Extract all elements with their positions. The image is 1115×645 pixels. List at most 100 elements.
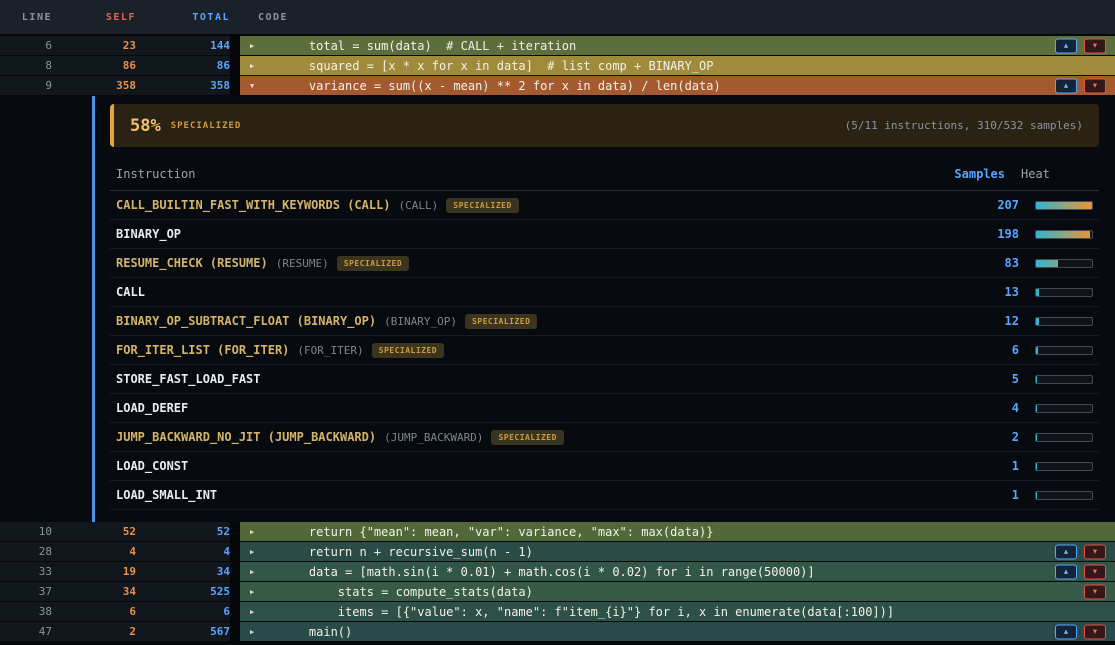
self-samples: 6 xyxy=(52,605,136,618)
code-cell[interactable]: ▶ total = sum(data) # CALL + iteration ▲… xyxy=(240,36,1115,55)
code-text: items = [{"value": x, "name": f"item_{i}… xyxy=(280,605,894,619)
line-number: 10 xyxy=(0,525,52,538)
expand-marker-icon[interactable]: ▶ xyxy=(250,528,264,536)
jump-down-button[interactable]: ▼ xyxy=(1084,38,1106,53)
total-samples: 4 xyxy=(136,545,230,558)
jump-up-button[interactable]: ▲ xyxy=(1055,38,1077,53)
total-samples: 34 xyxy=(136,565,230,578)
instruction-name-cell: BINARY_OP xyxy=(116,227,939,241)
jump-down-button[interactable]: ▼ xyxy=(1084,624,1106,639)
code-line-row[interactable]: 6 23 144 ▶ total = sum(data) # CALL + it… xyxy=(0,36,1115,55)
jump-down-button[interactable]: ▼ xyxy=(1084,584,1106,599)
expand-marker-icon[interactable]: ▶ xyxy=(250,628,264,636)
instruction-column-header: Instruction xyxy=(116,167,925,181)
jump-up-button[interactable]: ▲ xyxy=(1055,78,1077,93)
heat-column-header: Heat xyxy=(1021,167,1093,181)
jump-down-button[interactable]: ▼ xyxy=(1084,544,1106,559)
code-text: squared = [x * x for x in data] # list c… xyxy=(280,59,713,73)
instruction-name: JUMP_BACKWARD_NO_JIT (JUMP_BACKWARD) xyxy=(116,430,376,444)
expand-marker-icon[interactable]: ▶ xyxy=(250,62,264,70)
expand-marker-icon[interactable]: ▶ xyxy=(250,568,264,576)
self-samples: 34 xyxy=(52,585,136,598)
code-line-row[interactable]: 9 358 358 ▼ variance = sum((x - mean) **… xyxy=(0,76,1115,95)
code-line-row[interactable]: 33 19 34 ▶ data = [math.sin(i * 0.01) + … xyxy=(0,562,1115,581)
code-text: main() xyxy=(280,625,352,639)
code-line-row[interactable]: 37 34 525 ▶ stats = compute_stats(data) … xyxy=(0,582,1115,601)
code-line-row[interactable]: 47 2 567 ▶ main() ▲ ▼ xyxy=(0,622,1115,641)
instruction-samples: 1 xyxy=(939,488,1019,502)
instruction-name-cell: LOAD_SMALL_INT xyxy=(116,488,939,502)
column-header-row: LINE SELF TOTAL CODE xyxy=(0,0,1115,34)
column-header-line: LINE xyxy=(0,12,52,23)
jump-down-button[interactable]: ▼ xyxy=(1084,564,1106,579)
instruction-row: LOAD_DEREF 4 xyxy=(110,394,1099,423)
code-cell[interactable]: ▶ items = [{"value": x, "name": f"item_{… xyxy=(240,602,1115,621)
code-cell[interactable]: ▶ squared = [x * x for x in data] # list… xyxy=(240,56,1115,75)
code-text: total = sum(data) # CALL + iteration xyxy=(280,39,576,53)
heat-fill-icon xyxy=(1036,405,1037,412)
instruction-name-cell: RESUME_CHECK (RESUME) (RESUME) SPECIALIZ… xyxy=(116,256,939,271)
code-cell[interactable]: ▶ main() ▲ ▼ xyxy=(240,622,1115,641)
heat-bar xyxy=(1035,375,1093,384)
heat-bar xyxy=(1035,462,1093,471)
jump-down-button[interactable]: ▼ xyxy=(1084,78,1106,93)
expand-marker-icon[interactable]: ▶ xyxy=(250,42,264,50)
code-cell[interactable]: ▶ data = [math.sin(i * 0.01) + math.cos(… xyxy=(240,562,1115,581)
code-cell[interactable]: ▼ variance = sum((x - mean) ** 2 for x i… xyxy=(240,76,1115,95)
line-number: 28 xyxy=(0,545,52,558)
code-cell[interactable]: ▶ return {"mean": mean, "var": variance,… xyxy=(240,522,1115,541)
line-number: 9 xyxy=(0,79,52,92)
expand-marker-icon[interactable]: ▼ xyxy=(250,82,264,90)
code-line-row[interactable]: 10 52 52 ▶ return {"mean": mean, "var": … xyxy=(0,522,1115,541)
heat-bar xyxy=(1035,230,1093,239)
self-samples: 4 xyxy=(52,545,136,558)
jump-up-button[interactable]: ▲ xyxy=(1055,564,1077,579)
heat-bar xyxy=(1035,404,1093,413)
code-rows-bottom: 10 52 52 ▶ return {"mean": mean, "var": … xyxy=(0,522,1115,641)
code-cell[interactable]: ▶ return n + recursive_sum(n - 1) ▲ ▼ xyxy=(240,542,1115,561)
specialized-badge: SPECIALIZED xyxy=(446,198,518,213)
instruction-name: CALL_BUILTIN_FAST_WITH_KEYWORDS (CALL) xyxy=(116,198,391,212)
instruction-table: Instruction Samples Heat CALL_BUILTIN_FA… xyxy=(110,159,1099,510)
heat-fill-icon xyxy=(1036,347,1038,354)
line-detail-panel: 58% SPECIALIZED (5/11 instructions, 310/… xyxy=(0,96,1115,522)
heat-fill-icon xyxy=(1036,260,1058,267)
total-samples: 567 xyxy=(136,625,230,638)
instruction-row: FOR_ITER_LIST (FOR_ITER) (FOR_ITER) SPEC… xyxy=(110,336,1099,365)
code-line-row[interactable]: 28 4 4 ▶ return n + recursive_sum(n - 1)… xyxy=(0,542,1115,561)
instruction-name: LOAD_DEREF xyxy=(116,401,188,415)
line-number: 33 xyxy=(0,565,52,578)
expand-marker-icon[interactable]: ▶ xyxy=(250,548,264,556)
instruction-base-opcode: (CALL) xyxy=(399,199,439,212)
instruction-row: BINARY_OP 198 xyxy=(110,220,1099,249)
column-header-self: SELF xyxy=(52,12,136,23)
instruction-row: CALL_BUILTIN_FAST_WITH_KEYWORDS (CALL) (… xyxy=(110,191,1099,220)
expansion-indicator-line xyxy=(92,96,95,522)
specialized-badge: SPECIALIZED xyxy=(491,430,563,445)
line-number: 6 xyxy=(0,39,52,52)
total-samples: 144 xyxy=(136,39,230,52)
heat-fill-icon xyxy=(1036,376,1037,383)
line-gutter: 6 23 144 xyxy=(0,36,230,55)
instruction-name-cell: CALL xyxy=(116,285,939,299)
heat-bar xyxy=(1035,259,1093,268)
instruction-name: CALL xyxy=(116,285,145,299)
code-line-row[interactable]: 38 6 6 ▶ items = [{"value": x, "name": f… xyxy=(0,602,1115,621)
instruction-name-cell: STORE_FAST_LOAD_FAST xyxy=(116,372,939,386)
expand-marker-icon[interactable]: ▶ xyxy=(250,588,264,596)
jump-up-button[interactable]: ▲ xyxy=(1055,624,1077,639)
specialized-badge: SPECIALIZED xyxy=(337,256,409,271)
total-samples: 525 xyxy=(136,585,230,598)
instruction-row: RESUME_CHECK (RESUME) (RESUME) SPECIALIZ… xyxy=(110,249,1099,278)
specialized-badge: SPECIALIZED xyxy=(372,343,444,358)
code-cell[interactable]: ▶ stats = compute_stats(data) ▼ xyxy=(240,582,1115,601)
row-nav-buttons: ▲ ▼ xyxy=(1055,544,1106,559)
jump-up-button[interactable]: ▲ xyxy=(1055,544,1077,559)
expand-marker-icon[interactable]: ▶ xyxy=(250,608,264,616)
line-number: 47 xyxy=(0,625,52,638)
row-nav-buttons: ▲ ▼ xyxy=(1055,78,1106,93)
instruction-name-cell: BINARY_OP_SUBTRACT_FLOAT (BINARY_OP) (BI… xyxy=(116,314,939,329)
instruction-name: FOR_ITER_LIST (FOR_ITER) xyxy=(116,343,289,357)
code-line-row[interactable]: 8 86 86 ▶ squared = [x * x for x in data… xyxy=(0,56,1115,75)
instruction-row: CALL 13 xyxy=(110,278,1099,307)
